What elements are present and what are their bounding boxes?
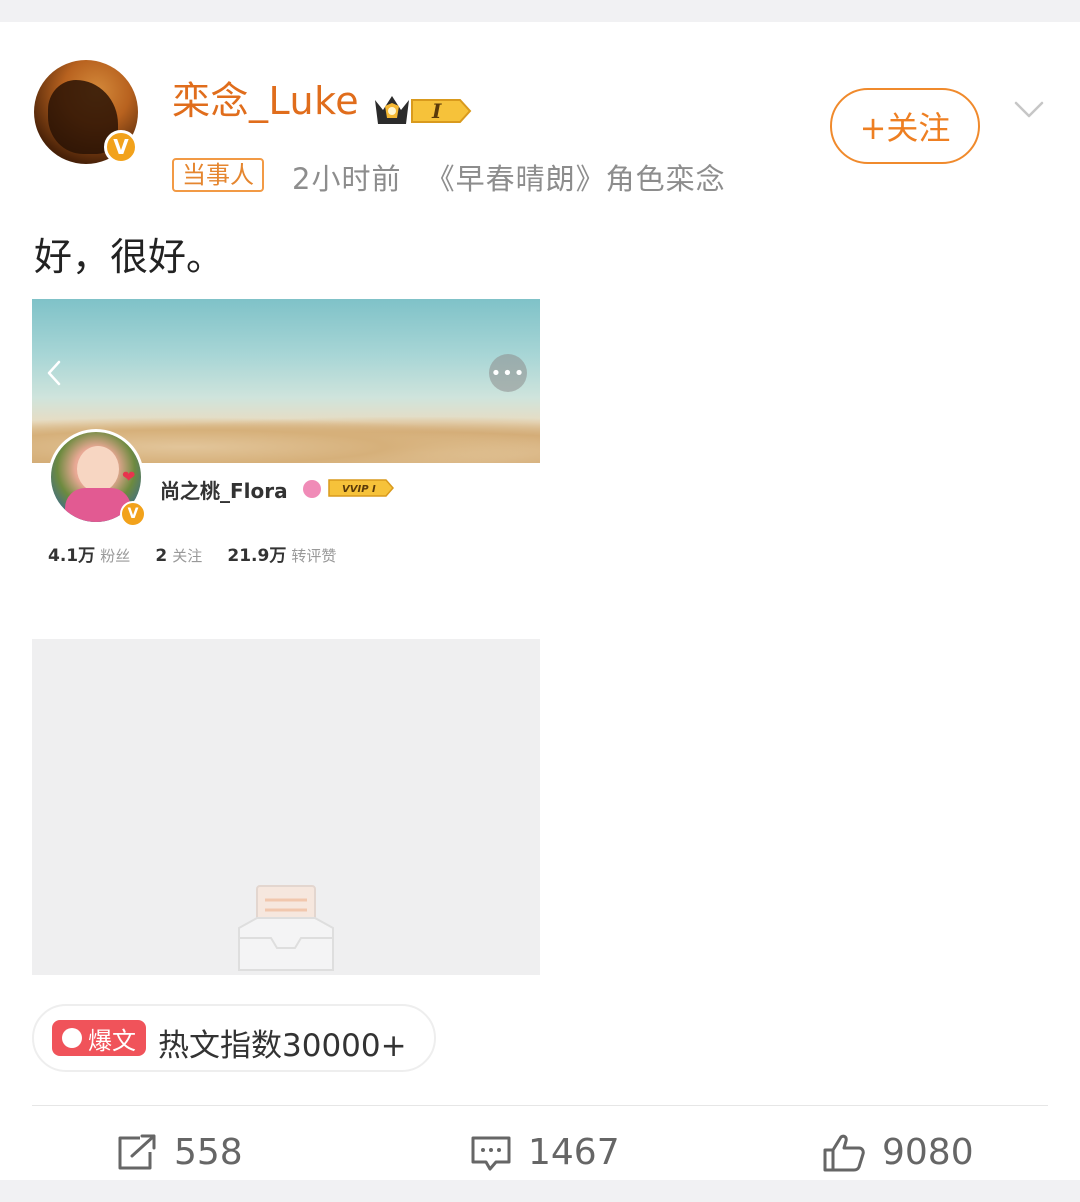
repost-button[interactable]: 558 (116, 1132, 243, 1173)
flame-icon (62, 1028, 82, 1048)
vvip-label: VVIP I (342, 484, 376, 495)
post-meta: 2小时前 《早春晴朗》角色栾念 (292, 156, 726, 198)
level-badge-text: I (431, 99, 442, 123)
post-text: 好，很好。 (34, 235, 225, 279)
verified-icon: V (104, 130, 138, 164)
profile-stats: 4.1万 粉丝 2 关注 21.9万 转评赞 (48, 541, 356, 566)
comment-button[interactable]: 1467 (470, 1132, 620, 1173)
like-count: 9080 (882, 1132, 974, 1173)
stat-follow-value: 2 (155, 546, 168, 566)
hot-badge-label: 爆文 (88, 1026, 136, 1055)
post-image-2-placeholder[interactable] (32, 639, 540, 975)
stat-fans-value: 4.1万 (48, 546, 96, 566)
avatar-face (77, 446, 119, 492)
heart-icon: ❤ (122, 467, 136, 486)
hot-post-chip[interactable]: 爆文 热文指数30000+ (32, 1004, 436, 1072)
post-source: 《早春晴朗》角色栾念 (425, 162, 726, 196)
hot-index-text: 热文指数30000+ (158, 1028, 407, 1064)
profile-name: 尚之桃_Flora (160, 479, 288, 503)
image-loading-icon (238, 885, 334, 971)
crown-icon (375, 96, 409, 124)
stat-interactions-label: 转评赞 (291, 547, 337, 565)
stat-interactions-value: 21.9万 (227, 546, 287, 566)
comment-icon (471, 1136, 511, 1170)
repost-count: 558 (174, 1132, 243, 1173)
post-time: 2小时前 (292, 162, 402, 196)
vvip-badge: VVIP I (328, 479, 394, 497)
search-icon (303, 480, 321, 498)
repost-icon (118, 1134, 156, 1169)
stat-follow-label: 关注 (172, 547, 203, 565)
level-badge: I (410, 94, 472, 128)
actions-divider (32, 1105, 1048, 1106)
back-arrow-icon (47, 360, 61, 386)
stat-fans-label: 粉丝 (100, 547, 131, 565)
chevron-down-icon[interactable] (1014, 94, 1044, 124)
verified-icon: V (120, 501, 146, 527)
more-icon: ••• (489, 354, 527, 392)
author-name[interactable]: 栾念_Luke (172, 70, 359, 125)
weibo-post-card: V 栾念_Luke I 当事人 2小时前 《早春晴朗》角色栾念 +关注 好，很好… (0, 22, 1080, 1180)
party-tag: 当事人 (172, 158, 264, 192)
hot-badge: 爆文 (52, 1020, 146, 1056)
post-image-1[interactable]: ••• ❤ V 尚之桃_Flora VVIP I 4.1万 粉丝 2 关注 21… (32, 299, 540, 607)
follow-button[interactable]: +关注 (830, 88, 980, 164)
comment-count: 1467 (528, 1132, 620, 1173)
like-icon (823, 1134, 865, 1171)
like-button[interactable]: 9080 (822, 1132, 974, 1173)
